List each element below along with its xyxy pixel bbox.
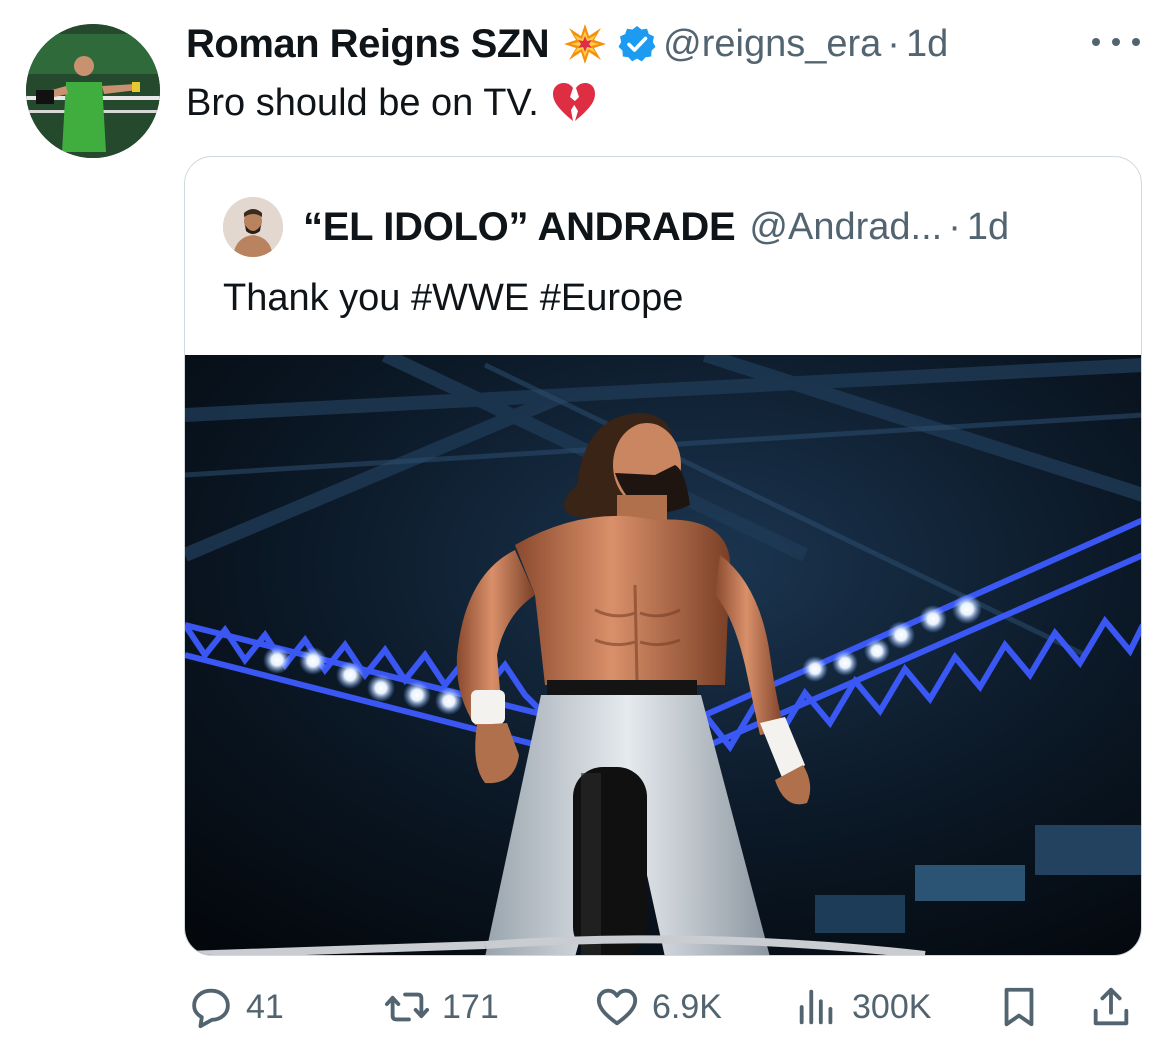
quoted-text: Thank you #WWE #Europe (223, 277, 684, 319)
more-icon[interactable] (1092, 30, 1140, 54)
heart-icon (596, 988, 638, 1026)
quoted-time: 1d (966, 205, 1010, 248)
tweet-time[interactable]: 1d (906, 23, 948, 66)
reply-count: 41 (246, 987, 284, 1026)
tweet-header: Roman Reigns SZN @reigns_era · 1d (186, 18, 948, 70)
quoted-tweet[interactable]: “EL IDOLO” ANDRADE @Andrad... · 1d Thank… (184, 156, 1142, 956)
tweet-text: Bro should be on TV. (186, 78, 597, 128)
bookmark-button[interactable] (996, 984, 1042, 1030)
separator-dot: · (948, 205, 961, 248)
reply-icon (192, 988, 230, 1029)
more-dot (1132, 38, 1140, 46)
verified-icon[interactable] (617, 24, 657, 64)
quoted-photo[interactable] (185, 355, 1141, 955)
repost-count: 171 (442, 987, 499, 1026)
more-dot (1092, 38, 1100, 46)
avatar-image (26, 24, 160, 158)
action-bar: 41 171 6.9K 300K (0, 972, 1170, 1044)
author-handle[interactable]: @reigns_era (663, 23, 881, 66)
like-button[interactable]: 6.9K (594, 984, 722, 1030)
broken-heart-icon (552, 83, 595, 121)
quoted-author-handle: @Andrad... (749, 205, 943, 248)
reply-button[interactable]: 41 (188, 984, 284, 1030)
views-button[interactable]: 300K (794, 984, 931, 1030)
quoted-header: “EL IDOLO” ANDRADE @Andrad... · 1d (223, 197, 1009, 257)
collision-icon (564, 24, 607, 64)
more-dot (1112, 38, 1120, 46)
share-icon (1093, 987, 1129, 1026)
quoted-author-name: “EL IDOLO” ANDRADE (303, 204, 736, 249)
separator-dot: · (887, 22, 900, 65)
like-count: 6.9K (652, 987, 722, 1026)
views-icon (799, 989, 833, 1025)
author-avatar[interactable] (26, 24, 160, 158)
views-count: 300K (852, 987, 932, 1026)
quoted-avatar[interactable] (223, 197, 283, 257)
share-button[interactable] (1088, 984, 1134, 1030)
author-name[interactable]: Roman Reigns SZN (186, 22, 550, 67)
repost-button[interactable]: 171 (384, 984, 499, 1030)
bookmark-icon (1004, 987, 1034, 1027)
repost-icon (384, 992, 430, 1022)
tweet-text-content: Bro should be on TV. (186, 82, 539, 124)
quoted-avatar-image (223, 197, 283, 257)
wrestler-photo (185, 355, 1141, 955)
